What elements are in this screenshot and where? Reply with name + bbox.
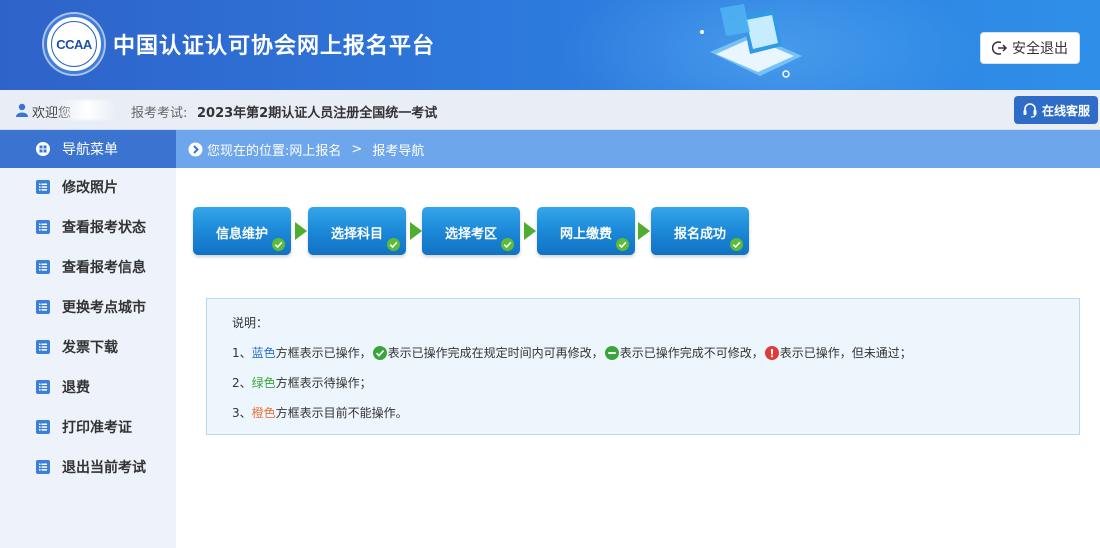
line-prefix: 1、 [232, 346, 252, 360]
list-icon [36, 460, 50, 474]
nav-menu-label: 导航菜单 [62, 142, 118, 158]
breadcrumb-item-registration-guide: 报考导航 [372, 143, 425, 159]
top-header: CCAA 中国认证认可协会网上报名平台 安全退出 [0, 0, 1100, 90]
instruction-line-1: 1、 蓝色 方框表示已操作， 表示已操作完成在规定时间内可再修改， 表示已操作完… [232, 344, 912, 361]
step-arrow-icon [638, 222, 650, 240]
check-circle-icon [616, 238, 629, 251]
breadcrumb-prefix: 您现在的位置: [207, 143, 290, 159]
logo-text: CCAA [56, 37, 92, 52]
sidebar-item-label: 打印准考证 [62, 420, 132, 436]
instruction-line-3: 3、 橙色 方框表示目前不能操作。 [232, 404, 408, 421]
logout-button[interactable]: 安全退出 [980, 32, 1080, 64]
instructions-box: 说明： 1、 蓝色 方框表示已操作， 表示已操作完成在规定时间内可再修改， 表示… [206, 298, 1080, 435]
sidebar-item-change-city[interactable]: 更换考点城市 [0, 288, 176, 326]
line-text: 方框表示待操作； [275, 376, 372, 390]
headset-icon [1023, 103, 1037, 118]
logout-label: 安全退出 [1012, 41, 1068, 57]
info-bar: 欢迎您 报考考试: 2023年第2期认证人员注册全国统一考试 [0, 90, 1100, 130]
exclamation-circle-icon [764, 345, 779, 360]
sidebar-item-refund[interactable]: 退费 [0, 368, 176, 406]
step-arrow-icon [295, 222, 307, 240]
line-text: 方框表示目前不能操作。 [275, 406, 408, 420]
green-word: 绿色 [251, 376, 276, 390]
sidebar-item-modify-photo[interactable]: 修改照片 [0, 168, 176, 206]
sidebar-item-label: 更换考点城市 [62, 300, 146, 316]
list-icon [36, 220, 50, 234]
check-circle-icon [387, 238, 400, 251]
sidebar-item-label: 退出当前考试 [62, 460, 146, 476]
sidebar-item-print-admission[interactable]: 打印准考证 [0, 408, 176, 446]
line-text: 表示已操作，但未通过； [779, 346, 912, 360]
breadcrumb-item-online-registration[interactable]: 网上报名 [289, 140, 341, 159]
step-arrow-icon [524, 222, 536, 240]
step-online-payment[interactable]: 网上缴费 [537, 207, 635, 255]
logout-icon [992, 41, 1008, 55]
step-select-exam-area[interactable]: 选择考区 [422, 207, 520, 255]
sidebar-item-check-status[interactable]: 查看报考状态 [0, 208, 176, 246]
minus-circle-icon [604, 345, 619, 360]
line-prefix: 2、 [232, 376, 252, 390]
sidebar-item-label: 修改照片 [62, 180, 118, 196]
list-icon [36, 300, 50, 314]
breadcrumb: 您现在的位置: 网上报名 > 报考导航 [176, 130, 1100, 168]
step-arrow-icon [410, 222, 422, 240]
instruction-line-2: 2、 绿色 方框表示待操作； [232, 374, 372, 391]
breadcrumb-separator: > [351, 141, 363, 157]
list-icon [36, 380, 50, 394]
list-icon [36, 420, 50, 434]
nav-menu-header[interactable]: 导航菜单 [0, 130, 176, 168]
online-service-button[interactable]: 在线客服 [1014, 96, 1098, 124]
check-circle-icon [272, 238, 285, 251]
site-title: 中国认证认可协会网上报名平台 [113, 34, 436, 59]
user-icon [16, 103, 28, 117]
online-service-label: 在线客服 [1041, 103, 1090, 118]
check-circle-icon [730, 238, 743, 251]
list-icon [36, 180, 50, 194]
arrow-circle-icon [188, 142, 203, 156]
sidebar-item-label: 发票下载 [62, 340, 118, 356]
list-icon [36, 260, 50, 274]
step-select-subject[interactable]: 选择科目 [308, 207, 406, 255]
exam-label: 报考考试: [131, 106, 188, 121]
check-circle-icon [501, 238, 514, 251]
step-registration-success[interactable]: 报名成功 [651, 207, 749, 255]
line-text: 表示已操作完成在规定时间内可再修改， [387, 346, 604, 360]
line-text: 表示已操作完成不可修改， [619, 346, 764, 360]
blue-word: 蓝色 [251, 346, 276, 360]
sidebar-item-label: 查看报考状态 [62, 220, 146, 236]
sidebar-item-check-info[interactable]: 查看报考信息 [0, 248, 176, 286]
step-info-maintenance[interactable]: 信息维护 [193, 207, 291, 255]
sidebar-item-label: 查看报考信息 [62, 260, 146, 276]
orange-word: 橙色 [251, 406, 276, 420]
line-text: 方框表示已操作， [275, 346, 372, 360]
grid-menu-icon [36, 142, 50, 156]
sidebar-item-exit-exam[interactable]: 退出当前考试 [0, 448, 176, 486]
check-circle-icon [372, 345, 387, 360]
blurred-username [58, 100, 116, 120]
list-icon [36, 340, 50, 354]
laptop-illustration-icon [700, 4, 802, 78]
sidebar-item-invoice-download[interactable]: 发票下载 [0, 328, 176, 366]
ccaa-logo: CCAA [44, 14, 104, 74]
instructions-title: 说明： [232, 316, 269, 330]
line-prefix: 3、 [232, 406, 252, 420]
sidebar: 导航菜单 修改照片 查看报考状态 查看报考信息 更换考点城市 发票下载 退费 打… [0, 130, 176, 548]
exam-name: 2023年第2期认证人员注册全国统一考试 [197, 106, 438, 121]
sidebar-item-label: 退费 [62, 380, 90, 396]
